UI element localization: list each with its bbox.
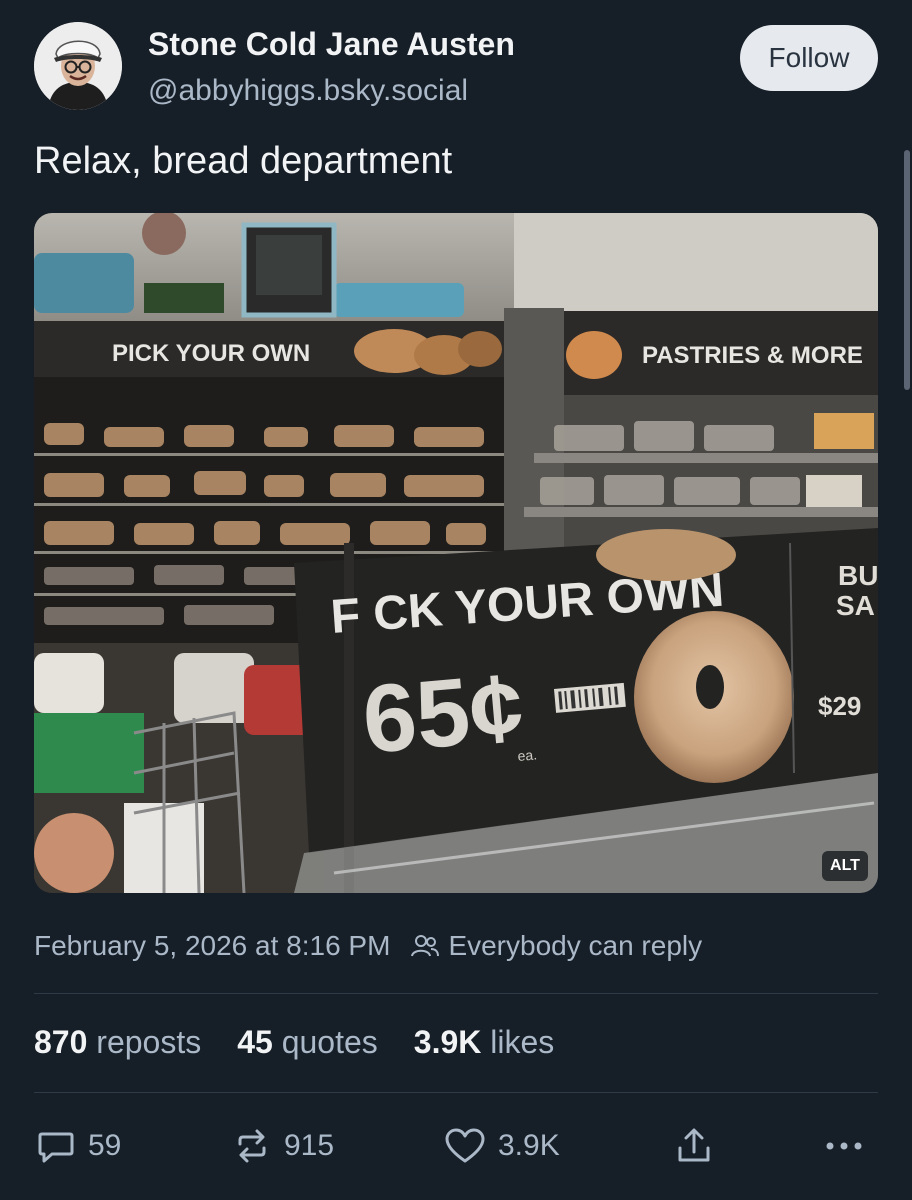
more-options-button[interactable]: [822, 1118, 878, 1174]
people-icon: [411, 935, 440, 957]
heart-icon: [445, 1128, 485, 1163]
like-button[interactable]: 3.9K: [444, 1118, 560, 1174]
likes-stat-count: 3.9K: [413, 1024, 482, 1060]
repost-arrows-icon: [238, 1129, 266, 1163]
share-icon: [678, 1128, 710, 1162]
post-image[interactable]: PICK YOUR OWN PASTRIES & MORE F CK YOUR …: [34, 213, 878, 893]
alt-badge[interactable]: ALT: [822, 851, 868, 881]
scrollbar[interactable]: [904, 150, 910, 390]
quotes-stat-label: quotes: [281, 1024, 378, 1060]
sign-price-unit: ea.: [517, 746, 538, 764]
post-text: Relax, bread department: [34, 140, 453, 182]
reposts-stat[interactable]: 870 reposts: [34, 1024, 201, 1061]
post-thread-item: Stone Cold Jane Austen @abbyhiggs.bsky.s…: [0, 0, 912, 1200]
quotes-stat[interactable]: 45 quotes: [237, 1024, 378, 1061]
reply-setting[interactable]: Everybody can reply: [410, 930, 702, 962]
post-actions: 59 915 3.9K: [34, 1118, 878, 1174]
reposts-stat-count: 870: [34, 1024, 88, 1060]
follow-button[interactable]: Follow: [740, 25, 878, 91]
repost-button[interactable]: 915: [232, 1118, 334, 1174]
post-meta: February 5, 2026 at 8:16 PM Everybody ca…: [34, 930, 702, 962]
sign-price: 65¢: [359, 653, 528, 774]
sign-left-top: PICK YOUR OWN: [112, 340, 310, 367]
sign-edge-price: $29: [818, 691, 861, 721]
share-button[interactable]: [674, 1118, 726, 1174]
avatar[interactable]: [34, 22, 122, 110]
sign-edge-line1: BU: [838, 560, 878, 591]
likes-stat[interactable]: 3.9K likes: [414, 1024, 555, 1061]
engagement-stats: 870 reposts 45 quotes 3.9K likes: [34, 1024, 590, 1061]
speech-bubble-icon: [38, 1132, 74, 1163]
bakery-photo: PICK YOUR OWN PASTRIES & MORE F CK YOUR …: [34, 213, 878, 893]
sign-right-top: PASTRIES & MORE: [642, 342, 863, 369]
quotes-stat-count: 45: [237, 1024, 273, 1060]
likes-stat-label: likes: [490, 1024, 555, 1060]
ellipsis-icon: [826, 1142, 862, 1150]
reposts-stat-label: reposts: [96, 1024, 202, 1060]
author-display-name[interactable]: Stone Cold Jane Austen: [148, 26, 515, 63]
reply-count: 59: [88, 1129, 122, 1162]
reply-setting-label: Everybody can reply: [448, 930, 703, 961]
author-handle[interactable]: @abbyhiggs.bsky.social: [148, 74, 468, 108]
reply-button[interactable]: 59: [36, 1118, 121, 1174]
divider: [34, 993, 878, 994]
like-count: 3.9K: [498, 1129, 560, 1162]
post-timestamp[interactable]: February 5, 2026 at 8:16 PM: [34, 930, 390, 962]
sign-edge-line2: SA: [836, 590, 875, 621]
repost-count: 915: [284, 1129, 335, 1162]
divider: [34, 1092, 878, 1093]
